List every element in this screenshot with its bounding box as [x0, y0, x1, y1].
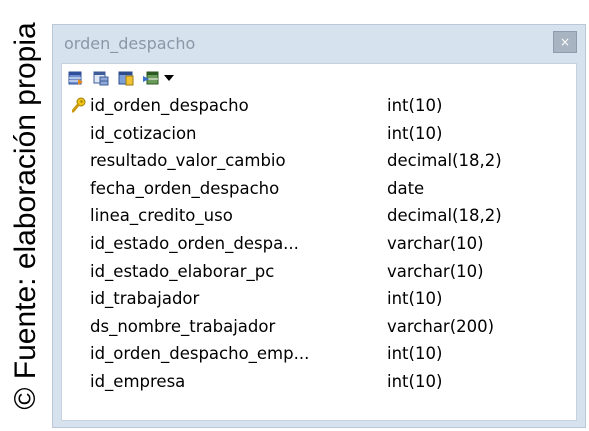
- chevron-down-icon[interactable]: [164, 75, 174, 81]
- column-name: id_trabajador: [90, 289, 200, 309]
- column-type: varchar(200): [387, 316, 495, 336]
- column-type: varchar(10): [387, 233, 484, 253]
- column-name: linea_credito_uso: [90, 206, 233, 226]
- window-title: orden_despacho: [64, 34, 196, 53]
- table-design-icon[interactable]: [93, 70, 109, 86]
- column-type: date: [387, 178, 425, 198]
- table-window: orden_despacho × id_orden_despacho int(1…: [52, 24, 586, 428]
- table-relations-icon[interactable]: [143, 70, 159, 86]
- column-row[interactable]: id_cotizacion int(10): [62, 121, 576, 149]
- window-titlebar[interactable]: orden_despacho ×: [53, 25, 585, 63]
- columns-list: id_orden_despacho int(10) id_cotizacion int…: [62, 93, 576, 397]
- column-row[interactable]: linea_credito_uso decimal(18,2): [62, 203, 576, 231]
- column-name: ds_nombre_trabajador: [90, 316, 276, 336]
- column-row[interactable]: id_estado_orden_despa... varchar(10): [62, 231, 576, 259]
- table-properties-icon[interactable]: [68, 70, 84, 86]
- table-data-icon[interactable]: [118, 70, 134, 86]
- column-name: id_orden_despacho_emp...: [90, 344, 310, 364]
- column-type: decimal(18,2): [387, 151, 502, 171]
- column-type: int(10): [387, 96, 443, 115]
- primary-key-icon: [71, 97, 86, 117]
- column-name: id_cotizacion: [90, 123, 197, 143]
- toolbar: [68, 68, 174, 88]
- caption-text: © Fuente: elaboración propia: [9, 22, 42, 410]
- column-name: id_orden_despacho: [90, 96, 249, 115]
- column-row[interactable]: resultado_valor_cambio decimal(18,2): [62, 148, 576, 176]
- column-type: int(10): [387, 344, 443, 364]
- column-type: int(10): [387, 123, 443, 143]
- column-name: fecha_orden_despacho: [90, 178, 280, 198]
- column-row[interactable]: id_empresa int(10): [62, 369, 576, 397]
- column-type: varchar(10): [387, 261, 484, 281]
- column-row[interactable]: id_estado_elaborar_pc varchar(10): [62, 259, 576, 287]
- column-row[interactable]: id_trabajador int(10): [62, 286, 576, 314]
- column-row[interactable]: ds_nombre_trabajador varchar(200): [62, 314, 576, 342]
- column-name: id_estado_elaborar_pc: [90, 261, 275, 281]
- column-type: int(10): [387, 371, 443, 391]
- column-type: decimal(18,2): [387, 206, 502, 226]
- table-fields-panel: id_orden_despacho int(10) id_cotizacion int…: [61, 63, 577, 421]
- column-name: id_empresa: [90, 371, 186, 391]
- image-caption: © Fuente: elaboración propia: [0, 0, 52, 431]
- column-row[interactable]: fecha_orden_despacho date: [62, 176, 576, 204]
- column-row[interactable]: id_orden_despacho int(10): [62, 93, 576, 121]
- column-row[interactable]: id_orden_despacho_emp... int(10): [62, 341, 576, 369]
- column-name: id_estado_orden_despa...: [90, 233, 299, 253]
- column-type: int(10): [387, 289, 443, 309]
- close-button[interactable]: ×: [553, 31, 577, 53]
- column-name: resultado_valor_cambio: [90, 151, 286, 171]
